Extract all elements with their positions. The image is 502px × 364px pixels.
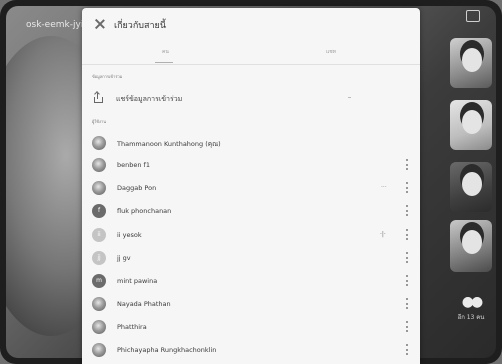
more-options-icon[interactable] bbox=[406, 275, 409, 286]
participant-tile[interactable] bbox=[450, 162, 492, 212]
participant-tile[interactable] bbox=[450, 38, 492, 88]
section-label-share: ข้อมูลการเข้าร่วม bbox=[92, 74, 123, 79]
avatar bbox=[92, 297, 106, 311]
panel-title: เกี่ยวกับสายนี้ bbox=[114, 21, 166, 31]
others-count[interactable]: ●● อีก 13 คน bbox=[450, 294, 492, 322]
panel-header: เกี่ยวกับสายนี้ bbox=[82, 8, 420, 42]
participant-strip: ●● อีก 13 คน bbox=[448, 8, 494, 358]
divider bbox=[348, 97, 351, 98]
divider bbox=[82, 64, 420, 65]
avatar bbox=[92, 320, 106, 334]
participant-name: mint pawina bbox=[117, 277, 158, 285]
share-info-row[interactable]: แชร์ข้อมูลการเข้าร่วม bbox=[82, 90, 420, 112]
participant-tile[interactable] bbox=[450, 220, 492, 272]
list-item[interactable]: Thammanoon Kunthahong (คุณ) bbox=[82, 136, 420, 158]
more-options-icon[interactable] bbox=[406, 298, 409, 309]
avatar bbox=[92, 181, 106, 195]
list-item[interactable]: Phatthira bbox=[82, 320, 420, 342]
active-tab-indicator bbox=[155, 62, 173, 63]
participant-name: ii yesok bbox=[117, 231, 142, 239]
people-icon: ●● bbox=[461, 294, 483, 310]
participant-tile[interactable] bbox=[450, 100, 492, 150]
status-dots-icon: ··· bbox=[381, 184, 387, 191]
list-item[interactable]: Daggab Pon ··· bbox=[82, 181, 420, 203]
avatar: jj bbox=[92, 251, 106, 265]
meeting-details-panel: เกี่ยวกับสายนี้ คน แชท ข้อมูลการเข้าร่วม… bbox=[82, 8, 420, 364]
avatar: ii bbox=[92, 228, 106, 242]
participant-name: Thammanoon Kunthahong (คุณ) bbox=[117, 140, 221, 148]
participant-name: Daggab Pon bbox=[117, 184, 157, 192]
participant-name: Phichayapha Rungkhachonklin bbox=[117, 346, 217, 354]
audio-level-icon: ·|· bbox=[380, 231, 386, 238]
more-options-icon[interactable] bbox=[406, 252, 409, 263]
close-icon[interactable] bbox=[94, 18, 106, 30]
others-label: อีก 13 คน bbox=[457, 314, 485, 321]
avatar bbox=[92, 343, 106, 357]
share-icon bbox=[94, 93, 103, 103]
list-item[interactable]: f fluk phonchanan bbox=[82, 204, 420, 226]
avatar: m bbox=[92, 274, 106, 288]
more-options-icon[interactable] bbox=[406, 321, 409, 332]
more-options-icon[interactable] bbox=[406, 229, 409, 240]
avatar bbox=[92, 136, 106, 150]
panel-tabs: คน แชท bbox=[82, 46, 420, 65]
participant-name: benben f1 bbox=[117, 161, 150, 169]
participant-name: fluk phonchanan bbox=[117, 207, 172, 215]
section-label-people: ผู้ใช้งาน bbox=[92, 119, 106, 124]
more-options-icon[interactable] bbox=[406, 344, 409, 355]
list-item[interactable]: ii ii yesok ·|· bbox=[82, 228, 420, 250]
device-frame: osk-eemk-jyi ●● อีก 13 คน เกี่ยวกับสายนี… bbox=[0, 0, 502, 364]
share-label: แชร์ข้อมูลการเข้าร่วม bbox=[116, 95, 183, 103]
participant-name: Phatthira bbox=[117, 323, 147, 331]
more-options-icon[interactable] bbox=[406, 205, 409, 216]
more-options-icon[interactable] bbox=[406, 182, 409, 193]
meeting-code: osk-eemk-jyi bbox=[26, 20, 84, 30]
window-icon[interactable] bbox=[466, 10, 480, 22]
avatar bbox=[92, 158, 106, 172]
participant-name: jj gv bbox=[117, 254, 131, 262]
list-item[interactable]: jj jj gv bbox=[82, 251, 420, 273]
participant-name: Nayada Phathan bbox=[117, 300, 171, 308]
avatar: f bbox=[92, 204, 106, 218]
list-item[interactable]: benben f1 bbox=[82, 158, 420, 180]
list-item[interactable]: Nayada Phathan bbox=[82, 297, 420, 319]
tab-people[interactable]: คน bbox=[162, 48, 169, 56]
more-options-icon[interactable] bbox=[406, 159, 409, 170]
list-item[interactable]: Phichayapha Rungkhachonklin bbox=[82, 343, 420, 364]
tab-chat[interactable]: แชท bbox=[326, 48, 336, 56]
list-item[interactable]: m mint pawina bbox=[82, 274, 420, 296]
